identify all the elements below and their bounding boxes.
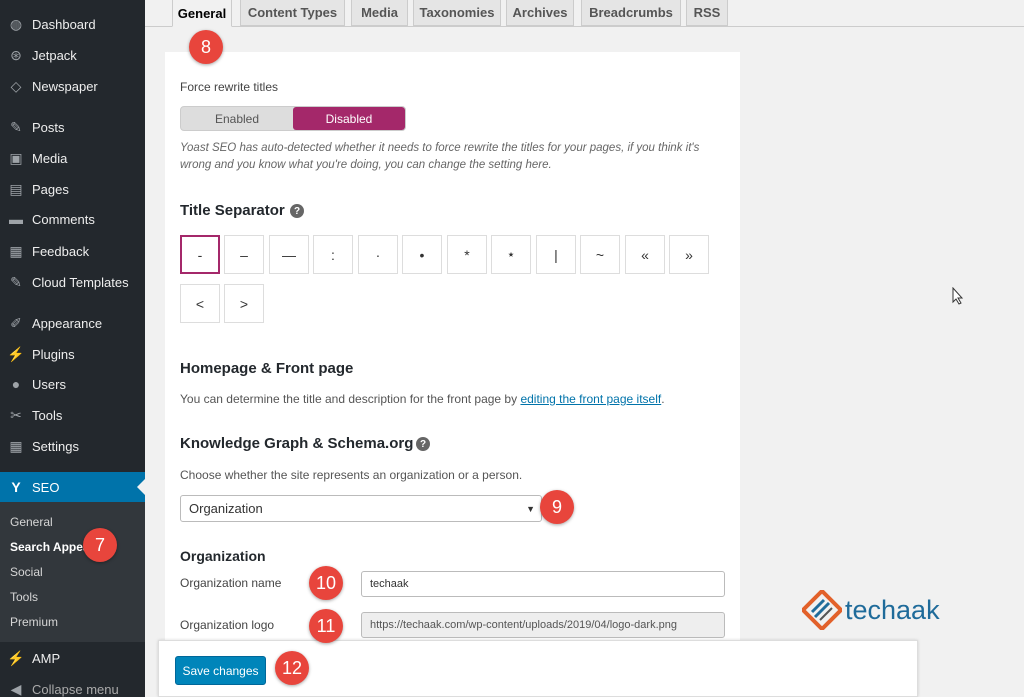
save-changes-button[interactable]: Save changes <box>175 656 266 685</box>
seo-submenu: General Search Appea Social Tools Premiu… <box>0 502 145 642</box>
force-rewrite-label: Force rewrite titles <box>180 80 279 94</box>
organization-logo-input[interactable]: https://techaak.com/wp-content/uploads/2… <box>361 612 725 638</box>
tab-media[interactable]: Media <box>351 0 408 26</box>
annotation-badge-10: 10 <box>309 566 343 600</box>
sidebar-item-newspaper[interactable]: ◇ Newspaper <box>0 72 145 100</box>
knowledge-graph-heading: Knowledge Graph & Schema.org <box>180 435 414 452</box>
settings-icon: ▦ <box>9 437 23 454</box>
separator-option-bullet[interactable]: • <box>402 235 442 274</box>
separator-option-middot[interactable]: · <box>358 235 398 274</box>
toggle-enabled-option[interactable]: Enabled <box>181 107 293 130</box>
force-rewrite-description: Yoast SEO has auto-detected whether it n… <box>180 142 700 171</box>
submenu-item-social[interactable]: Social <box>10 565 43 579</box>
tools-icon: ✂ <box>10 406 22 423</box>
yoast-icon: Y <box>11 479 21 495</box>
annotation-badge-8: 8 <box>189 30 223 64</box>
sidebar-item-appearance[interactable]: ✐ Appearance <box>0 309 145 337</box>
separator-option-star[interactable]: ⋆ <box>491 235 531 274</box>
title-separator-heading: Title Separator <box>180 202 285 219</box>
organization-heading: Organization <box>180 548 266 564</box>
dropdown-arrow-icon: ▼ <box>526 504 535 514</box>
tab-content-types[interactable]: Content Types <box>240 0 345 26</box>
annotation-badge-7: 7 <box>83 528 117 562</box>
sidebar-item-seo[interactable]: Y SEO <box>0 472 145 502</box>
logo-wordmark: techaak <box>845 594 940 625</box>
help-icon[interactable]: ? <box>416 437 430 451</box>
save-bar: Save changes <box>158 640 918 697</box>
media-icon: ▣ <box>9 149 23 166</box>
sidebar-item-users[interactable]: ● Users <box>0 370 145 398</box>
appearance-icon: ✐ <box>10 314 22 331</box>
separator-option-dash[interactable]: - <box>180 235 220 274</box>
pin-icon: ✎ <box>10 118 22 135</box>
homepage-description: You can determine the title and descript… <box>180 392 665 406</box>
sidebar-item-plugins[interactable]: ⚡ Plugins <box>0 340 145 368</box>
separator-option-tilde[interactable]: ~ <box>580 235 620 274</box>
submenu-item-general[interactable]: General <box>10 515 53 529</box>
separator-option-en-dash[interactable]: – <box>224 235 264 274</box>
techaak-logo: techaak <box>802 590 940 630</box>
tab-breadcrumbs[interactable]: Breadcrumbs <box>581 0 681 26</box>
collapse-menu-button[interactable]: ◀ Collapse menu <box>0 675 145 697</box>
organization-name-input[interactable]: techaak <box>361 571 725 597</box>
separator-option-laquo[interactable]: « <box>625 235 665 274</box>
sidebar-item-media[interactable]: ▣ Media <box>0 144 145 172</box>
annotation-badge-11: 11 <box>309 609 343 643</box>
submenu-item-tools[interactable]: Tools <box>10 590 38 604</box>
submenu-item-premium[interactable]: Premium <box>10 615 58 629</box>
newspaper-icon: ◇ <box>10 77 22 94</box>
submenu-item-search-appearance[interactable]: Search Appea <box>10 540 90 554</box>
organization-person-select[interactable]: Organization ▼ <box>180 495 542 522</box>
settings-tabs: General Content Types Media Taxonomies A… <box>145 0 1024 27</box>
separator-option-asterisk[interactable]: * <box>447 235 487 274</box>
sidebar-item-comments[interactable]: ▬ Comments <box>0 205 145 233</box>
users-icon: ● <box>11 376 21 392</box>
edit-front-page-link[interactable]: editing the front page itself <box>520 392 661 406</box>
sidebar-item-settings[interactable]: ▦ Settings <box>0 432 145 460</box>
tab-rss[interactable]: RSS <box>686 0 728 26</box>
annotation-badge-12: 12 <box>275 651 309 685</box>
sidebar-item-cloud-templates[interactable]: ✎ Cloud Templates <box>0 268 145 296</box>
annotation-badge-9: 9 <box>540 490 574 524</box>
sidebar-item-feedback[interactable]: ▦ Feedback <box>0 237 145 265</box>
separator-option-raquo[interactable]: » <box>669 235 709 274</box>
tab-archives[interactable]: Archives <box>506 0 574 26</box>
logo-mark-icon <box>802 590 842 630</box>
pages-icon: ▤ <box>9 180 23 197</box>
settings-panel: Force rewrite titles Enabled Disabled Yo… <box>165 52 740 697</box>
amp-icon: ⚡ <box>7 649 25 666</box>
collapse-icon: ◀ <box>10 680 22 697</box>
help-icon[interactable]: ? <box>290 204 304 218</box>
sidebar-item-tools[interactable]: ✂ Tools <box>0 401 145 429</box>
separator-option-pipe[interactable]: | <box>536 235 576 274</box>
dashboard-icon: ◍ <box>9 15 23 32</box>
separator-option-lt[interactable]: < <box>180 284 220 323</box>
plugins-icon: ⚡ <box>7 345 25 362</box>
sidebar-item-dashboard[interactable]: ◍ Dashboard <box>0 10 145 38</box>
tab-general[interactable]: General <box>172 0 232 27</box>
homepage-heading: Homepage & Front page <box>180 360 354 377</box>
separator-option-em-dash[interactable]: — <box>269 235 309 274</box>
feedback-icon: ▦ <box>9 242 23 259</box>
sidebar-item-pages[interactable]: ▤ Pages <box>0 175 145 203</box>
separator-option-gt[interactable]: > <box>224 284 264 323</box>
sidebar-item-jetpack[interactable]: ⊛ Jetpack <box>0 41 145 69</box>
organization-name-label: Organization name <box>180 576 282 590</box>
knowledge-graph-description: Choose whether the site represents an or… <box>180 468 523 482</box>
comments-icon: ▬ <box>9 211 23 227</box>
separator-option-colon[interactable]: : <box>313 235 353 274</box>
sidebar-item-amp[interactable]: ⚡ AMP <box>0 644 145 672</box>
admin-sidebar: ◍ Dashboard ⊛ Jetpack ◇ Newspaper ✎ Posts ▣ M… <box>0 0 145 697</box>
force-rewrite-toggle[interactable]: Enabled Disabled <box>180 106 406 131</box>
pin-icon: ✎ <box>10 273 22 290</box>
toggle-disabled-option[interactable]: Disabled <box>293 107 405 130</box>
jetpack-icon: ⊛ <box>10 46 22 63</box>
tab-taxonomies[interactable]: Taxonomies <box>413 0 501 26</box>
mouse-cursor-icon <box>952 287 964 305</box>
organization-logo-label: Organization logo <box>180 618 275 632</box>
sidebar-item-posts[interactable]: ✎ Posts <box>0 113 145 141</box>
